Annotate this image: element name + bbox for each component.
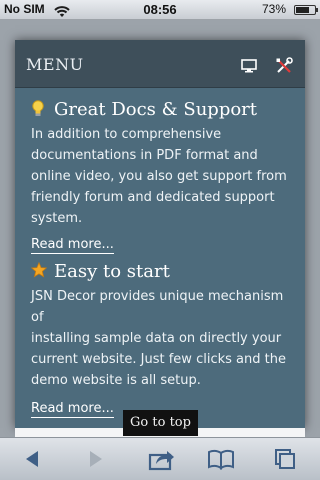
menu-bar: MENU — [15, 40, 305, 88]
section-title: Great Docs & Support — [31, 96, 293, 122]
page-background: MENU Great Docs & Support In addition to… — [0, 20, 320, 437]
body-line: documentations in PDF format and — [31, 148, 258, 163]
section-title-text: Great Docs & Support — [54, 98, 258, 120]
browser-toolbar — [0, 437, 320, 480]
battery-percent: 73% — [262, 2, 287, 16]
content-panel: MENU Great Docs & Support In addition to… — [15, 40, 305, 428]
body-line: JSN Decor provides unique mechanism of — [31, 289, 284, 325]
section-body: In addition to comprehensive documentati… — [31, 124, 293, 229]
body-line: installing sample data on directly your — [31, 331, 282, 346]
read-more-link[interactable]: Read more... — [31, 401, 114, 418]
status-bar: No SIM 08:56 73% — [0, 0, 320, 20]
star-icon — [30, 261, 48, 280]
battery-icon — [294, 5, 318, 15]
feature-docs-support: Great Docs & Support In addition to comp… — [31, 96, 293, 254]
features-content: Great Docs & Support In addition to comp… — [30, 96, 293, 418]
section-body: JSN Decor provides unique mechanism of i… — [31, 286, 293, 391]
menu-button[interactable]: MENU — [26, 55, 84, 74]
body-line: online video, you also get support from — [31, 169, 287, 184]
share-icon[interactable] — [146, 446, 176, 472]
body-line: demo website is all setup. — [31, 373, 201, 388]
body-line: system. — [31, 211, 83, 226]
back-icon[interactable] — [18, 446, 48, 472]
section-title: Easy to start — [30, 258, 293, 284]
body-line: current website. Just few clicks and the — [31, 352, 286, 367]
section-title-text: Easy to start — [54, 260, 170, 282]
bookmarks-icon[interactable] — [206, 446, 236, 472]
forward-icon[interactable] — [80, 446, 110, 472]
feature-easy-start: Easy to start JSN Decor provides unique … — [30, 258, 293, 418]
tabs-icon[interactable] — [270, 446, 300, 472]
tools-icon[interactable] — [275, 57, 293, 79]
desktop-icon[interactable] — [241, 58, 257, 77]
read-more-link[interactable]: Read more... — [31, 237, 114, 254]
go-to-top-button[interactable]: Go to top — [123, 410, 198, 436]
body-line: friendly forum and dedicated support — [31, 190, 275, 205]
body-line: In addition to comprehensive — [31, 127, 222, 142]
lightbulb-icon — [31, 100, 47, 118]
